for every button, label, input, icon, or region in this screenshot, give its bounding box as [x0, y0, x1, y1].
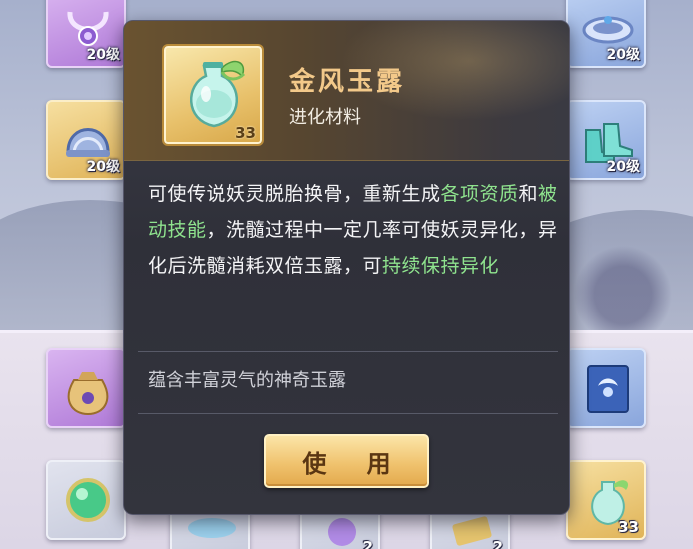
slot-level-label: 20级 [86, 159, 120, 175]
description-text: 可使传说妖灵脱胎换骨，重新生成 [148, 183, 441, 205]
item-type: 进化材料 [289, 107, 361, 128]
item-description: 可使传说妖灵脱胎换骨，重新生成各项资质和被动技能，洗髓过程中一定几率可使妖灵异化… [148, 176, 558, 284]
slot-level-label: 20级 [606, 47, 640, 63]
item-tooltip-panel: 33 金风玉露 进化材料 可使传说妖灵脱胎换骨，重新生成各项资质和被动技能，洗髓… [123, 20, 570, 515]
slot-level-label: 20级 [86, 47, 120, 63]
item-name: 金风玉露 [289, 67, 406, 97]
slot-count-label: 2 [362, 538, 373, 549]
inventory-slot-skill-book[interactable] [566, 348, 646, 428]
inventory-slot-dew-bottle[interactable]: 33 [566, 460, 646, 540]
description-highlight: 各项资质 [440, 183, 519, 205]
tooltip-divider [138, 413, 558, 414]
slot-count-label: 2 [492, 538, 503, 549]
use-button[interactable]: 使 用 [264, 434, 429, 488]
slot-level-label: 20级 [606, 159, 640, 175]
tooltip-item-icon-frame: 33 [164, 46, 262, 144]
inventory-slot-crown[interactable]: 20级 [566, 0, 646, 68]
inventory-slot-boots[interactable]: 20级 [566, 100, 646, 180]
item-flavor-text: 蕴含丰富灵气的神奇玉露 [148, 370, 346, 391]
inventory-slot-necklace[interactable]: 20级 [46, 0, 126, 68]
inventory-slot-pouch[interactable] [46, 348, 126, 428]
description-highlight: 持续保持异化 [382, 255, 500, 277]
inventory-slot-green-orb[interactable] [46, 460, 126, 540]
pouch-icon [67, 372, 109, 416]
tooltip-divider [138, 351, 558, 352]
tooltip-item-count: 33 [235, 124, 256, 142]
skill-book-icon [587, 365, 629, 413]
dew-bottle-icon [190, 60, 246, 128]
inventory-slot-helmet[interactable]: 20级 [46, 100, 126, 180]
description-text: 和 [518, 183, 539, 205]
slot-count-label: 33 [618, 518, 639, 536]
green-orb-icon [66, 478, 110, 522]
